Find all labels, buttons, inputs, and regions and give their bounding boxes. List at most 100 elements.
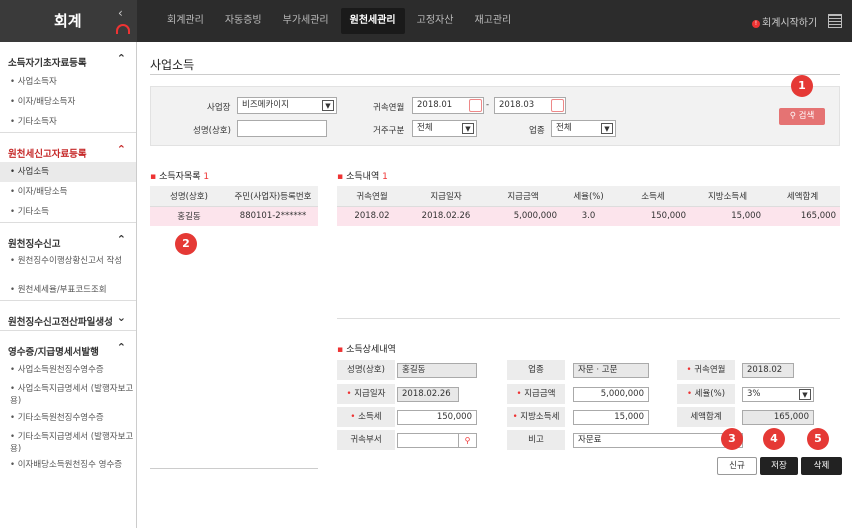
step-marker: 3 <box>721 428 743 450</box>
detail-paydate-field[interactable]: 2018.02.26 <box>397 387 459 402</box>
period-from-input[interactable]: 2018.01 <box>412 97 484 114</box>
calculator-icon[interactable] <box>828 14 842 28</box>
detail-localtax-input[interactable]: 15,000 <box>573 410 649 425</box>
sidebar-item-business-income[interactable]: • 사업소득 <box>0 162 136 182</box>
headset-icon[interactable] <box>116 24 130 34</box>
business-select[interactable]: 비즈메카이지 ▼ <box>237 97 337 114</box>
group-title: 원천세신고자료등록 <box>8 149 87 160</box>
new-button[interactable]: 신규 <box>717 457 757 475</box>
nav-vat[interactable]: 부가세관리 <box>274 8 338 34</box>
period-to-input[interactable]: 2018.03 <box>494 97 566 114</box>
chevron-down-icon: ▼ <box>799 389 811 400</box>
sidebar-item-interest-earner[interactable]: • 이자/배당소득자 <box>0 92 136 112</box>
sidebar-item-business-earner[interactable]: • 사업소득자 <box>0 72 136 92</box>
industry-select[interactable]: 전체 ▼ <box>551 120 616 137</box>
table-row[interactable]: 홍길동 880101-2****** <box>150 206 318 226</box>
collapse-icon[interactable]: ‹ <box>118 6 123 20</box>
search-icon: ⚲ <box>789 111 796 121</box>
column-header: 성명(상호) <box>150 186 228 207</box>
delete-button[interactable]: 삭제 <box>801 457 842 475</box>
sidebar-item-other-statement[interactable]: • 기타소득지급명세서 (발행자보고용) <box>0 428 136 456</box>
income-table: 귀속연월 지급일자 지급금액 세율(%) 소득세 지방소득세 세액합계 2018… <box>337 186 840 226</box>
detail-name-field: 홍길동 <box>397 363 477 378</box>
calendar-icon[interactable] <box>469 99 482 112</box>
detail-total-field: 165,000 <box>742 410 814 425</box>
sidebar-group-withholding-data[interactable]: 원천세신고자료등록 ⌃ <box>0 132 136 162</box>
chevron-down-icon: ▼ <box>462 123 474 134</box>
detail-memo-input[interactable]: 자문료 <box>573 433 743 448</box>
sidebar-group-earner-basic[interactable]: 소득자기초자료등록 ⌃ <box>0 42 136 72</box>
table-row[interactable]: 2018.02 2018.02.26 5,000,000 3.0 150,000… <box>337 206 840 226</box>
sidebar-group-e-file[interactable]: 원천징수신고전산파일생성 ⌄ <box>0 300 136 330</box>
detail-rate-label: • 세율(%) <box>677 384 735 404</box>
nav-accounting[interactable]: 회계관리 <box>158 8 213 34</box>
step-marker: 4 <box>763 428 785 450</box>
detail-memo-label: 비고 <box>507 430 565 450</box>
search-icon[interactable]: ⚲ <box>458 434 476 447</box>
group-title: 소득자기초자료등록 <box>8 58 87 69</box>
sidebar-item-business-statement[interactable]: • 사업소득지급명세서 (발행자보고용) <box>0 380 136 408</box>
residence-select[interactable]: 전체 ▼ <box>412 120 477 137</box>
cell: 165,000 <box>765 206 840 226</box>
nav-auto-evidence[interactable]: 자동증빙 <box>216 8 271 34</box>
earner-table: 성명(상호) 주민(사업자)등록번호 홍길동 880101-2****** <box>150 186 318 226</box>
sidebar-group-receipts[interactable]: 영수증/지급명세서발행 ⌃ <box>0 330 136 360</box>
app-title: 회계 <box>0 0 137 42</box>
detail-rate-select[interactable]: 3% ▼ <box>742 387 814 402</box>
column-header: 주민(사업자)등록번호 <box>228 186 318 207</box>
column-header: 지급일자 <box>407 186 485 207</box>
group-title: 원천징수신고 <box>8 239 61 250</box>
chevron-up-icon: ⌃ <box>116 341 126 354</box>
detail-incometax-label: • 소득세 <box>337 407 395 427</box>
detail-amount-input[interactable]: 5,000,000 <box>573 387 649 402</box>
sidebar-item-status-report[interactable]: • 원천징수이행상황신고서 작성 <box>0 252 136 280</box>
search-button[interactable]: ⚲ 검색 <box>779 108 825 125</box>
main-nav: 회계관리 자동증빙 부가세관리 원천세관리 고정자산 재고관리 <box>158 8 523 34</box>
chevron-up-icon: ⌃ <box>116 233 126 246</box>
page-title: 사업소득 <box>150 58 195 72</box>
chevron-up-icon: ⌃ <box>116 143 126 156</box>
sidebar-item-business-receipt[interactable]: • 사업소득원천징수영수증 <box>0 360 136 380</box>
calendar-icon[interactable] <box>551 99 564 112</box>
detail-industry-label: 업종 <box>507 360 565 380</box>
cell: 150,000 <box>616 206 690 226</box>
column-header: 지급금액 <box>485 186 561 207</box>
title-divider <box>150 74 840 75</box>
step-marker: 1 <box>791 75 813 97</box>
detail-period-field: 2018.02 <box>742 363 794 378</box>
sidebar-item-other-earner[interactable]: • 기타소득자 <box>0 112 136 132</box>
detail-total-label: 세액합계 <box>677 407 735 427</box>
detail-dept-label: 귀속부서 <box>337 430 395 450</box>
sidebar-item-other-income[interactable]: • 기타소득 <box>0 202 136 222</box>
cell: 2018.02.26 <box>407 206 485 226</box>
nav-inventory[interactable]: 재고관리 <box>465 8 520 34</box>
nav-withholding[interactable]: 원천세관리 <box>340 8 405 34</box>
sidebar-item-interest-receipt[interactable]: • 이자배당소득원천징수 영수증 <box>0 456 136 484</box>
cell: 2018.02 <box>337 206 407 226</box>
column-header: 지방소득세 <box>690 186 765 207</box>
chevron-down-icon: ▼ <box>601 123 613 134</box>
name-input[interactable] <box>237 120 327 137</box>
earner-list-title: ▪ 소득자목록 1 <box>150 172 210 182</box>
income-list-title: ▪ 소득내역 1 <box>337 172 388 182</box>
detail-dept-input[interactable]: ⚲ <box>397 433 477 448</box>
start-label: 회계시작하기 <box>762 18 818 29</box>
sidebar-item-rate-lookup[interactable]: • 원천세세율/부표코드조회 <box>0 280 136 300</box>
detail-title: ▪ 소득상세내역 <box>337 345 396 355</box>
group-title: 원천징수신고전산파일생성 <box>8 317 113 328</box>
top-bar: 회계 ‹ 회계관리 자동증빙 부가세관리 원천세관리 고정자산 재고관리 ! 회계… <box>0 0 852 42</box>
period-separator: - <box>486 100 490 110</box>
period-label: 귀속연월 <box>373 103 405 113</box>
step-marker: 5 <box>807 428 829 450</box>
start-link[interactable]: ! 회계시작하기 <box>752 14 817 29</box>
detail-industry-field: 자문 · 고문 <box>573 363 649 378</box>
sidebar-item-other-receipt[interactable]: • 기타소득원천징수영수증 <box>0 408 136 428</box>
sidebar-group-withholding-report[interactable]: 원천징수신고 ⌃ <box>0 222 136 252</box>
step-marker: 2 <box>175 233 197 255</box>
sidebar-item-interest-income[interactable]: • 이자/배당소득 <box>0 182 136 202</box>
chevron-up-icon: ⌃ <box>116 52 126 65</box>
detail-incometax-input[interactable]: 150,000 <box>397 410 477 425</box>
detail-name-label: 성명(상호) <box>337 360 395 380</box>
nav-fixed-assets[interactable]: 고정자산 <box>408 8 463 34</box>
save-button[interactable]: 저장 <box>760 457 798 475</box>
